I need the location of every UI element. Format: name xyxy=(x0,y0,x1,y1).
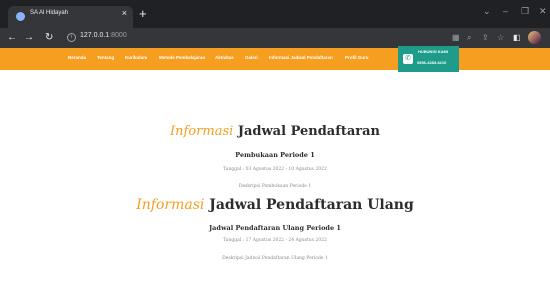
new-tab-button[interactable]: + xyxy=(139,7,147,20)
reschedule-heading-rest: Jadwal Pendaftaran Ulang xyxy=(209,197,414,213)
schedule-heading-rest: Jadwal Pendaftaran xyxy=(237,124,380,139)
share-icon[interactable]: ⇪ xyxy=(482,32,489,44)
nav-item-informasi-jadwal[interactable]: Informasi Jadwal Pendaftaran xyxy=(269,55,333,60)
close-window-icon[interactable]: ✕ xyxy=(539,6,547,17)
contact-label: HUBUNGI KAMI xyxy=(418,49,448,54)
url-port: :8000 xyxy=(109,32,127,39)
nav-item-profil-guru[interactable]: Profil Guru xyxy=(345,55,369,60)
tab-title: SA Al Hidayah xyxy=(30,10,69,16)
nav-item-beranda[interactable]: Beranda xyxy=(68,55,86,60)
schedule-period-dates: Tanggal : 03 Agustus 2022 - 10 Agustus 2… xyxy=(223,167,327,172)
translate-icon[interactable]: ▦ xyxy=(452,32,460,44)
nav-item-kurikulum[interactable]: Kurikulum xyxy=(125,55,147,60)
nav-item-tentang[interactable]: Tentang xyxy=(97,55,114,60)
reload-icon[interactable]: ↻ xyxy=(45,31,53,45)
url-host: 127.0.0.1 xyxy=(80,32,110,39)
reschedule-heading: Informasi Jadwal Pendaftaran Ulang xyxy=(0,197,550,213)
main-content: Informasi Jadwal Pendaftaran Pembukaan P… xyxy=(0,70,550,293)
minimize-icon[interactable]: – xyxy=(503,6,508,16)
browser-tab[interactable]: SA Al Hidayah × xyxy=(8,6,133,28)
profile-avatar[interactable] xyxy=(528,31,541,44)
side-panel-icon[interactable]: ◧ xyxy=(513,32,521,44)
nav-item-metode-pembelajaran[interactable]: Metode Pembelajaran xyxy=(159,55,205,60)
browser-tabbar: SA Al Hidayah × + ⌄ – ❐ ✕ xyxy=(0,0,550,28)
globe-icon xyxy=(16,12,25,21)
site-navbar: Beranda Tentang Kurikulum Metode Pembela… xyxy=(0,48,550,70)
schedule-period-title: Pembukaan Periode 1 xyxy=(235,151,315,159)
reschedule-period-dates: Tanggal : 17 Agustus 2022 - 24 Agustus 2… xyxy=(223,238,327,243)
reschedule-heading-accent: Informasi xyxy=(136,197,205,213)
forward-arrow-icon[interactable]: → xyxy=(24,31,34,45)
site-info-icon[interactable]: i xyxy=(67,33,76,42)
maximize-icon[interactable]: ❐ xyxy=(521,6,529,17)
reschedule-period-description: Deskripsi Jadwal Pendaftaran Ulang Perio… xyxy=(222,256,328,261)
close-tab-icon[interactable]: × xyxy=(122,8,127,18)
back-arrow-icon[interactable]: ← xyxy=(7,31,17,45)
contact-phone: 0856-4283-6210 xyxy=(417,60,447,65)
phone-icon: ✆ xyxy=(403,54,413,64)
contact-button[interactable]: ✆ HUBUNGI KAMI 0856-4283-6210 xyxy=(398,46,459,72)
reschedule-period-title: Jadwal Pendaftaran Ulang Periode 1 xyxy=(209,224,341,232)
tab-search-icon[interactable]: ⌄ xyxy=(483,6,491,17)
nav-item-aktivitas[interactable]: Aktivitas xyxy=(215,55,234,60)
zoom-icon[interactable]: ⌕ xyxy=(467,32,471,44)
schedule-heading-accent: Informasi xyxy=(170,124,234,139)
schedule-period-description: Deskripsi Pembukaan Periode 1 xyxy=(238,184,312,189)
bookmark-star-icon[interactable]: ☆ xyxy=(497,32,504,44)
nav-item-galeri[interactable]: Galeri xyxy=(245,55,258,60)
schedule-heading: Informasi Jadwal Pendaftaran xyxy=(0,124,550,139)
address-bar[interactable]: 127.0.0.1:8000 xyxy=(80,32,127,39)
browser-toolbar: ← → ↻ i 127.0.0.1:8000 ▦ ⌕ ⇪ ☆ ◧ xyxy=(0,28,550,48)
